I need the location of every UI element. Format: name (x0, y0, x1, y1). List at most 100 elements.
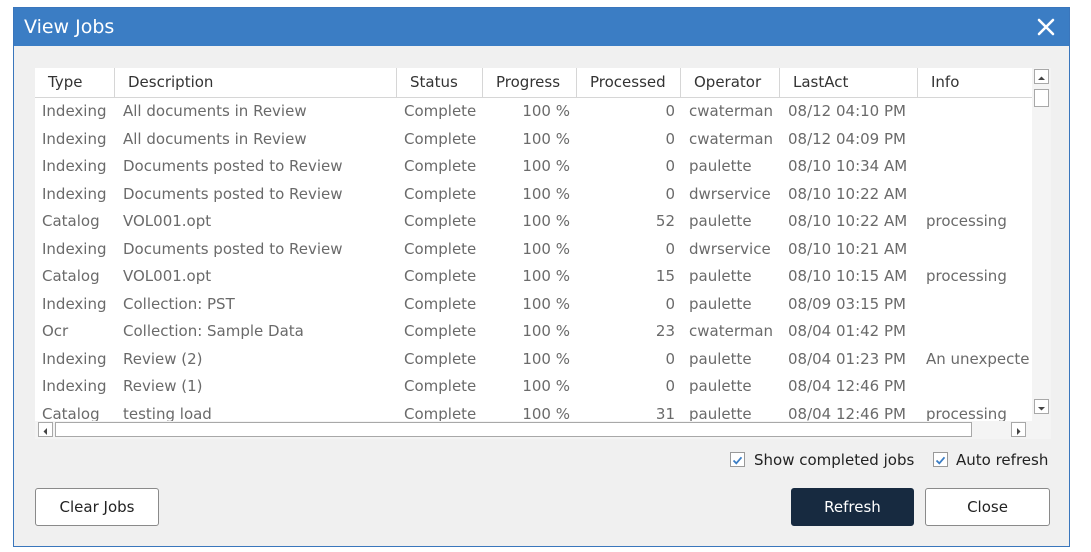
horizontal-scroll-thumb[interactable] (55, 422, 972, 437)
cell-info (926, 126, 1032, 154)
close-icon[interactable] (1031, 12, 1061, 42)
cell-description: Collection: Sample Data (123, 322, 304, 340)
cell-description: VOL001.opt (123, 212, 212, 230)
show-completed-checkbox[interactable] (730, 452, 745, 467)
table-row[interactable]: Ocr Collection: Sample Data Complete 100 % 2… (35, 318, 1032, 346)
scroll-left-button[interactable] (38, 422, 53, 437)
cell-description: Documents posted to Review (123, 184, 343, 203)
table-row[interactable]: Indexing Collection: PST Complete 100 % 0 pau… (35, 291, 1032, 319)
arrow-up-icon (1038, 76, 1045, 80)
cell-info (926, 236, 1032, 264)
cell-processed: 0 (665, 349, 675, 368)
cell-lastact: 08/09 03:15 PM (788, 294, 906, 313)
cell-status: Complete (404, 404, 477, 422)
cell-status: Complete (404, 322, 477, 340)
cell-status: Complete (404, 377, 477, 395)
cell-info (926, 318, 1032, 346)
arrow-down-icon (1038, 407, 1045, 411)
cell-description: testing load (123, 404, 212, 422)
table-row[interactable]: Indexing Review (2) Complete 100 % 0 paulette… (35, 346, 1032, 374)
cell-operator: cwaterman (689, 129, 774, 148)
cell-type: Ocr (42, 322, 69, 340)
cell-status: Complete (404, 239, 477, 258)
table-row[interactable]: Indexing All documents in Review Complete 1… (35, 126, 1032, 154)
view-jobs-dialog: View Jobs Type Description Status Progre… (13, 7, 1070, 547)
cell-processed: 0 (665, 102, 675, 120)
cell-operator: cwaterman (689, 322, 774, 340)
table-row[interactable]: Indexing Documents posted to Review Comple… (35, 181, 1032, 209)
scroll-down-button[interactable] (1034, 399, 1049, 414)
cell-description: Documents posted to Review (123, 157, 343, 175)
cell-lastact: 08/10 10:22 AM (788, 212, 908, 230)
column-header-status[interactable]: Status (397, 68, 483, 97)
table-row[interactable]: Catalog VOL001.opt Complete 100 % 15 paulette… (35, 263, 1032, 291)
show-completed-option[interactable]: Show completed jobs (730, 449, 920, 471)
column-header-processed[interactable]: Processed (577, 68, 681, 97)
column-header-progress[interactable]: Progress (483, 68, 577, 97)
vertical-scroll-thumb[interactable] (1034, 89, 1049, 107)
column-header-type[interactable]: Type (35, 68, 115, 97)
table-row[interactable]: Catalog VOL001.opt Complete 100 % 52 paulette… (35, 208, 1032, 236)
vertical-scrollbar[interactable] (1032, 68, 1051, 421)
checkmark-icon (935, 456, 946, 465)
grid-rows: Indexing All documents in Review Complete 1… (35, 98, 1032, 421)
refresh-button[interactable]: Refresh (791, 488, 914, 526)
cell-lastact: 08/04 12:46 PM (788, 404, 906, 422)
cell-description: Documents posted to Review (123, 239, 343, 258)
jobs-grid: Type Description Status Progress Process… (35, 68, 1051, 439)
cell-lastact: 08/10 10:15 AM (788, 267, 908, 285)
auto-refresh-option[interactable]: Auto refresh (933, 449, 1053, 471)
cell-progress: 100 % (522, 322, 570, 340)
column-header-operator[interactable]: Operator (681, 68, 780, 97)
clear-jobs-button[interactable]: Clear Jobs (35, 488, 159, 526)
cell-description: VOL001.opt (123, 267, 212, 285)
table-row[interactable]: Indexing Documents posted to Review Comple… (35, 236, 1032, 264)
cell-description: Review (2) (123, 349, 203, 368)
cell-status: Complete (404, 267, 477, 285)
cell-processed: 0 (665, 157, 675, 175)
cell-status: Complete (404, 212, 477, 230)
cell-progress: 100 % (522, 129, 570, 148)
cell-operator: dwrservice (689, 239, 771, 258)
cell-info: An unexpecte (926, 349, 1030, 368)
cell-processed: 0 (665, 239, 675, 258)
cell-lastact: 08/12 04:10 PM (788, 102, 906, 120)
column-header-lastact[interactable]: LastAct (780, 68, 918, 97)
cell-processed: 0 (665, 377, 675, 395)
close-button[interactable]: Close (925, 488, 1050, 526)
scroll-right-button[interactable] (1011, 422, 1026, 437)
cell-info (926, 291, 1032, 319)
auto-refresh-checkbox[interactable] (933, 452, 948, 467)
cell-processed: 0 (665, 184, 675, 203)
table-row[interactable]: Indexing Review (1) Complete 100 % 0 paulette… (35, 373, 1032, 401)
cell-lastact: 08/04 12:46 PM (788, 377, 906, 395)
cell-status: Complete (404, 157, 477, 175)
table-row[interactable]: Catalog testing load Complete 100 % 31 paulet… (35, 401, 1032, 422)
cell-type: Indexing (42, 294, 107, 313)
horizontal-scrollbar[interactable] (35, 421, 1051, 439)
scroll-up-button[interactable] (1034, 69, 1049, 84)
cell-type: Catalog (42, 267, 100, 285)
cell-operator: dwrservice (689, 184, 771, 203)
cell-operator: paulette (689, 157, 752, 175)
cell-info (926, 153, 1032, 181)
column-header-info[interactable]: Info (918, 68, 1032, 97)
cell-progress: 100 % (522, 157, 570, 175)
column-header-description[interactable]: Description (115, 68, 397, 97)
table-row[interactable]: Indexing All documents in Review Complete 1… (35, 98, 1032, 126)
cell-operator: paulette (689, 404, 752, 422)
grid-header: Type Description Status Progress Process… (35, 68, 1032, 98)
table-row[interactable]: Indexing Documents posted to Review Comple… (35, 153, 1032, 181)
cell-description: Collection: PST (123, 294, 235, 313)
cell-progress: 100 % (522, 239, 570, 258)
cell-status: Complete (404, 294, 477, 313)
cell-type: Indexing (42, 129, 107, 148)
cell-description: All documents in Review (123, 129, 307, 148)
cell-processed: 23 (655, 322, 675, 340)
cell-type: Catalog (42, 212, 100, 230)
cell-description: Review (1) (123, 377, 203, 395)
cell-processed: 52 (655, 212, 675, 230)
cell-progress: 100 % (522, 212, 570, 230)
arrow-right-icon (1017, 428, 1021, 435)
cell-info: processing (926, 212, 1007, 230)
